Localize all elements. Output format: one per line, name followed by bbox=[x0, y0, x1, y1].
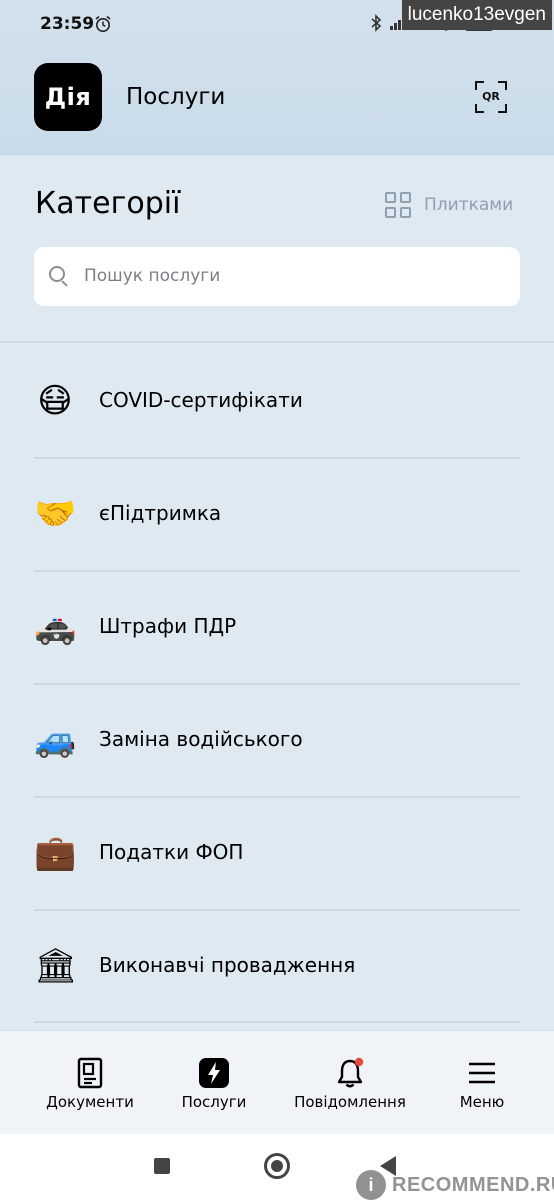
qr-corner bbox=[475, 81, 484, 90]
qr-icon: QR bbox=[482, 90, 500, 103]
status-time: 23:59 bbox=[40, 14, 95, 34]
handshake-icon: 🤝 bbox=[34, 494, 77, 534]
hamburger-menu-icon bbox=[469, 1062, 495, 1084]
divider bbox=[34, 909, 520, 911]
document-icon bbox=[77, 1057, 103, 1089]
search-input[interactable] bbox=[84, 261, 504, 291]
page-title: Послуги bbox=[126, 84, 226, 110]
app-logo: Дія bbox=[34, 63, 102, 131]
tiles-view-label: Плитками bbox=[424, 195, 514, 215]
list-item-label: Штрафи ПДР bbox=[99, 614, 237, 638]
mask-face-icon: 😷 bbox=[37, 381, 73, 421]
nav-item-documents[interactable]: Документи bbox=[44, 1031, 136, 1135]
list-item-label: COVID-сертифікати bbox=[99, 388, 303, 412]
bell-icon bbox=[337, 1057, 364, 1088]
qr-corner bbox=[475, 104, 484, 113]
watermark-recommend: RECOMMEND.RU bbox=[392, 1174, 554, 1196]
home-button[interactable] bbox=[264, 1153, 290, 1179]
nav-item-notifications[interactable]: Повідомлення bbox=[291, 1031, 409, 1135]
nav-label: Документи bbox=[46, 1093, 134, 1111]
nav-item-services[interactable]: Послуги bbox=[179, 1031, 249, 1135]
alarm-icon bbox=[95, 15, 111, 32]
tiles-view-toggle[interactable]: Плитками bbox=[385, 192, 513, 218]
divider bbox=[34, 683, 520, 685]
nav-label: Послуги bbox=[181, 1093, 247, 1111]
recents-button[interactable] bbox=[154, 1158, 170, 1174]
nav-item-menu[interactable]: Меню bbox=[452, 1031, 512, 1135]
classical-building-icon: 🏛 bbox=[34, 946, 78, 986]
divider bbox=[34, 570, 520, 572]
divider bbox=[34, 796, 520, 798]
qr-corner bbox=[498, 104, 507, 113]
divider bbox=[34, 457, 520, 459]
bottom-navigation: Документи Послуги Повідомлення Меню bbox=[0, 1030, 554, 1134]
bluetooth-icon bbox=[371, 14, 382, 32]
divider bbox=[34, 1021, 520, 1023]
qr-corner bbox=[498, 81, 507, 90]
lightning-icon bbox=[199, 1058, 229, 1088]
list-item-label: Заміна водійського bbox=[99, 727, 303, 751]
qr-scan-button[interactable]: QR bbox=[472, 78, 510, 116]
list-item-esupport[interactable]: 🤝 єПідтримка bbox=[34, 493, 520, 606]
search-box[interactable] bbox=[34, 247, 520, 306]
categories-title: Категорії bbox=[35, 186, 181, 221]
car-icon: 🚙 bbox=[34, 720, 77, 760]
divider bbox=[0, 341, 554, 343]
list-item-label: Податки ФОП bbox=[99, 840, 244, 864]
list-item-license-replacement[interactable]: 🚙 Заміна водійського bbox=[34, 719, 520, 832]
list-item-fop-taxes[interactable]: 💼 Податки ФОП bbox=[34, 832, 520, 945]
police-car-icon: 🚓 bbox=[34, 607, 77, 647]
back-button[interactable] bbox=[380, 1156, 396, 1176]
nav-label: Повідомлення bbox=[294, 1093, 406, 1111]
list-item-covid-certificates[interactable]: 😷 COVID-сертифікати bbox=[34, 380, 520, 493]
nav-label: Меню bbox=[459, 1093, 505, 1111]
briefcase-icon: 💼 bbox=[34, 833, 77, 873]
list-item-traffic-fines[interactable]: 🚓 Штрафи ПДР bbox=[34, 606, 520, 719]
watermark-badge: i bbox=[356, 1170, 386, 1200]
list-item-label: Виконавчі провадження bbox=[99, 953, 356, 977]
grid-icon bbox=[385, 192, 411, 218]
search-icon bbox=[49, 266, 69, 287]
list-item-label: єПідтримка bbox=[99, 501, 222, 525]
watermark-username: lucenko13evgen bbox=[401, 0, 552, 30]
